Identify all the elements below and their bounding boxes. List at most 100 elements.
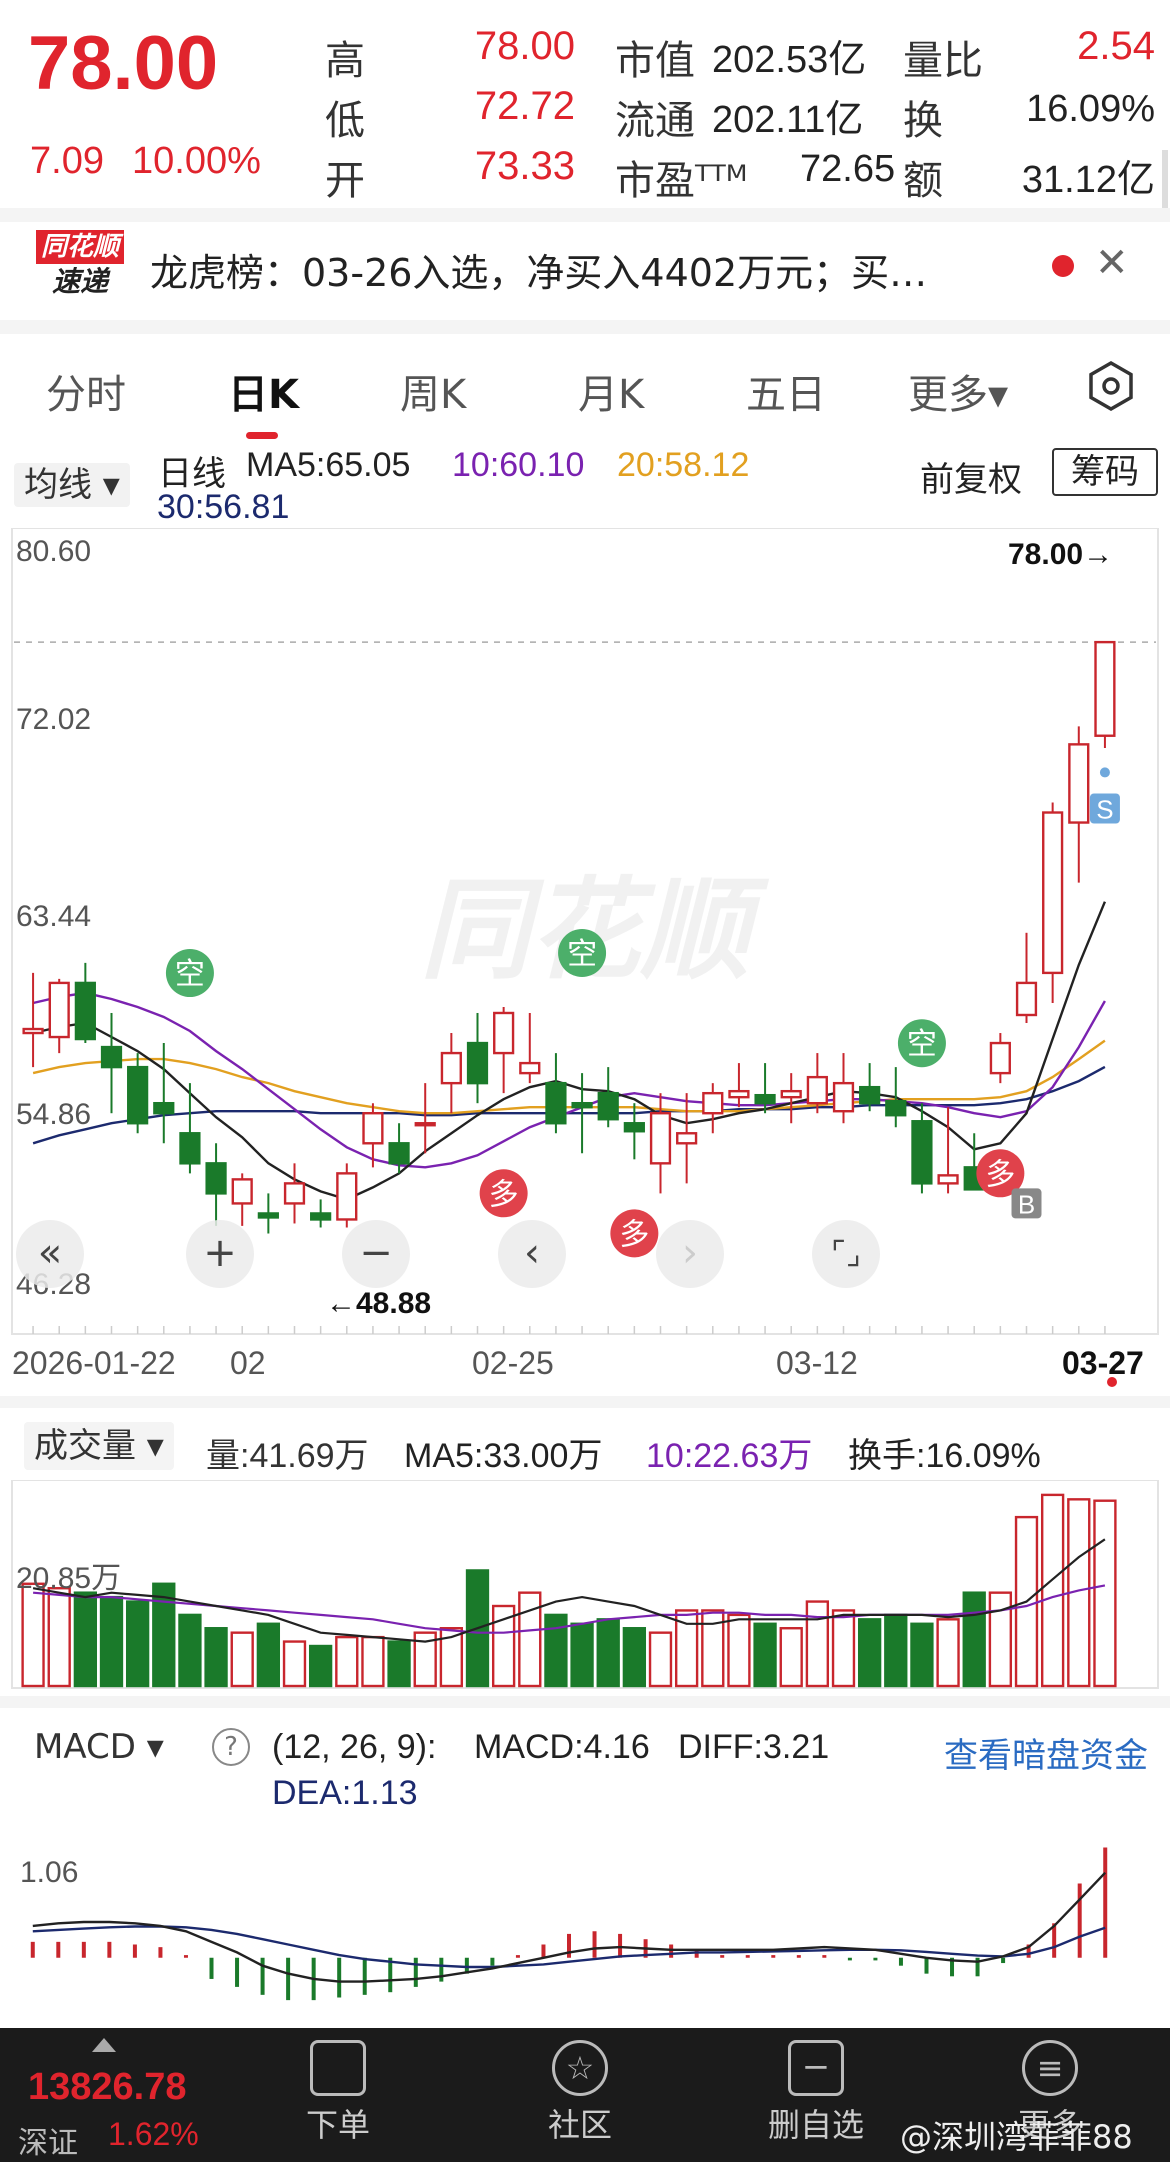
dark-pool-link[interactable]: 查看暗盘资金 (944, 1728, 1148, 1777)
fullscreen-icon[interactable]: ⌜⌟ (812, 1220, 880, 1288)
unread-dot (1052, 255, 1074, 277)
volume-bar (831, 1609, 856, 1688)
open-label: 开 (325, 158, 365, 204)
zoom-out-icon[interactable]: − (342, 1220, 410, 1288)
volume-bar (936, 1618, 960, 1688)
mktcap-value: 202.53亿 (712, 39, 867, 81)
volume-bar (884, 1613, 908, 1688)
price-tick: 63.44 (16, 900, 92, 933)
sell-marker: S (1089, 793, 1120, 825)
tab-more[interactable]: 更多▾ (908, 362, 1008, 420)
svg-text:B: B (1018, 1189, 1035, 1219)
volume-bar (47, 1587, 71, 1688)
indicator-selector[interactable]: 均线 ▾ (14, 463, 130, 507)
quote-header: 78.00 7.09 10.00% 高 78.00 低 72.72 开 73.3… (0, 0, 1170, 210)
tab-daily-k[interactable]: 日K (228, 362, 299, 420)
tab-monthly-k[interactable]: 月K (578, 362, 644, 420)
news-text[interactable]: 龙虎榜：03-26入选，净买入4402万元；买… (150, 242, 927, 297)
volume-ma5: MA5:33.00万 (404, 1437, 603, 1475)
chips-button[interactable]: 筹码 (1052, 448, 1158, 496)
volume-bar (73, 1591, 98, 1688)
volume-bar (491, 1604, 516, 1688)
zoom-in-icon[interactable]: + (186, 1220, 254, 1288)
date-tick: 03-12 (776, 1345, 858, 1381)
volume-bar (648, 1631, 673, 1688)
active-tab-indicator (246, 432, 278, 439)
date-tick: 2026-01-22 (12, 1345, 176, 1381)
volume-bar (779, 1627, 803, 1688)
volratio-label: 量比 (903, 38, 983, 84)
last-price: 78.00 (28, 21, 219, 106)
ma10-value: 10:60.10 (452, 446, 585, 484)
volume-bar (910, 1622, 934, 1688)
macd-selector[interactable]: MACD ▾ (24, 1722, 174, 1772)
volume-bar (256, 1622, 281, 1688)
volume-bar (753, 1622, 777, 1688)
tab-fenshi[interactable]: 分时 (46, 362, 126, 420)
volume-bar (21, 1582, 45, 1688)
date-tick: 03-27 (1062, 1345, 1144, 1381)
ma30-value: 30:56.81 (157, 488, 290, 526)
volratio-value: 2.54 (1077, 24, 1155, 68)
volume-bar (544, 1613, 568, 1688)
today-dot (1107, 1377, 1117, 1387)
volume-bar (178, 1613, 202, 1688)
dea-value: DEA:1.13 (272, 1774, 418, 1812)
divider (0, 1696, 1170, 1708)
svg-text:多: 多 (489, 1177, 519, 1212)
svg-text:空: 空 (907, 1027, 937, 1062)
volume-bar (1093, 1499, 1117, 1688)
tab-five-day[interactable]: 五日 (746, 362, 826, 420)
volume-bar (99, 1595, 124, 1688)
divider (0, 1396, 1170, 1408)
sell-dot (1099, 767, 1110, 778)
float-value: 202.11亿 (712, 99, 864, 141)
volume-value: 量:41.69万 (206, 1437, 369, 1475)
volume-bar (1040, 1493, 1065, 1688)
volume-bar (230, 1631, 254, 1688)
volume-bar (361, 1635, 385, 1688)
tonghuashun-logo: 同花顺 速递 (36, 230, 124, 300)
macd-chart[interactable] (0, 1812, 1170, 2024)
svg-text:空: 空 (567, 937, 597, 972)
macd-value: MACD:4.16 (474, 1728, 650, 1766)
order-icon (310, 2040, 366, 2096)
index-name: 深证 (18, 2126, 78, 2161)
volume-tick: 20.85万 (16, 1562, 122, 1595)
kline-chart[interactable]: 同花顺 空空空多多多SB (0, 528, 1170, 1336)
candle (336, 1163, 358, 1228)
rewind-icon[interactable]: « (16, 1220, 84, 1288)
volume-bar (857, 1618, 882, 1688)
amount-value: 31.12亿 (1021, 159, 1155, 201)
volume-selector[interactable]: 成交量 ▾ (24, 1422, 174, 1470)
svg-text:空: 空 (175, 957, 205, 992)
volume-bar (988, 1591, 1013, 1688)
tab-weekly-k[interactable]: 周K (400, 362, 466, 420)
help-icon[interactable]: ? (212, 1728, 250, 1766)
divider (0, 320, 1170, 334)
adjust-mode[interactable]: 前复权 (920, 452, 1022, 501)
next-icon[interactable]: › (656, 1220, 724, 1288)
community-star-icon: ☆ (552, 2040, 608, 2096)
nav-order[interactable]: 下单 (278, 2040, 398, 2146)
mktcap-label: 市值 (615, 38, 695, 84)
settings-hex-icon[interactable] (1085, 360, 1137, 412)
prev-icon[interactable]: ‹ (498, 1220, 566, 1288)
nav-remove-watchlist[interactable]: − 删自选 (756, 2040, 876, 2146)
index-value[interactable]: 13826.78 (28, 2066, 187, 2109)
turnover-value: 16.09% (1026, 88, 1155, 130)
volume-bar (204, 1627, 228, 1688)
expand-up-icon[interactable] (92, 2038, 116, 2052)
open-value: 73.33 (474, 144, 575, 188)
volume-chart[interactable] (0, 1480, 1170, 1690)
ma5-value: MA5:65.05 (246, 446, 411, 484)
volume-bar (962, 1591, 986, 1688)
close-icon[interactable]: ✕ (1095, 240, 1129, 286)
nav-community[interactable]: ☆ 社区 (520, 2040, 640, 2146)
volume-bar (570, 1622, 594, 1688)
volume-bar (596, 1618, 620, 1688)
turnover-label: 换 (903, 98, 943, 144)
volume-turnover: 换手:16.09% (848, 1437, 1041, 1475)
short-signal-badge: 空 (165, 949, 214, 998)
price-change-pct: 10.00% (132, 140, 261, 182)
